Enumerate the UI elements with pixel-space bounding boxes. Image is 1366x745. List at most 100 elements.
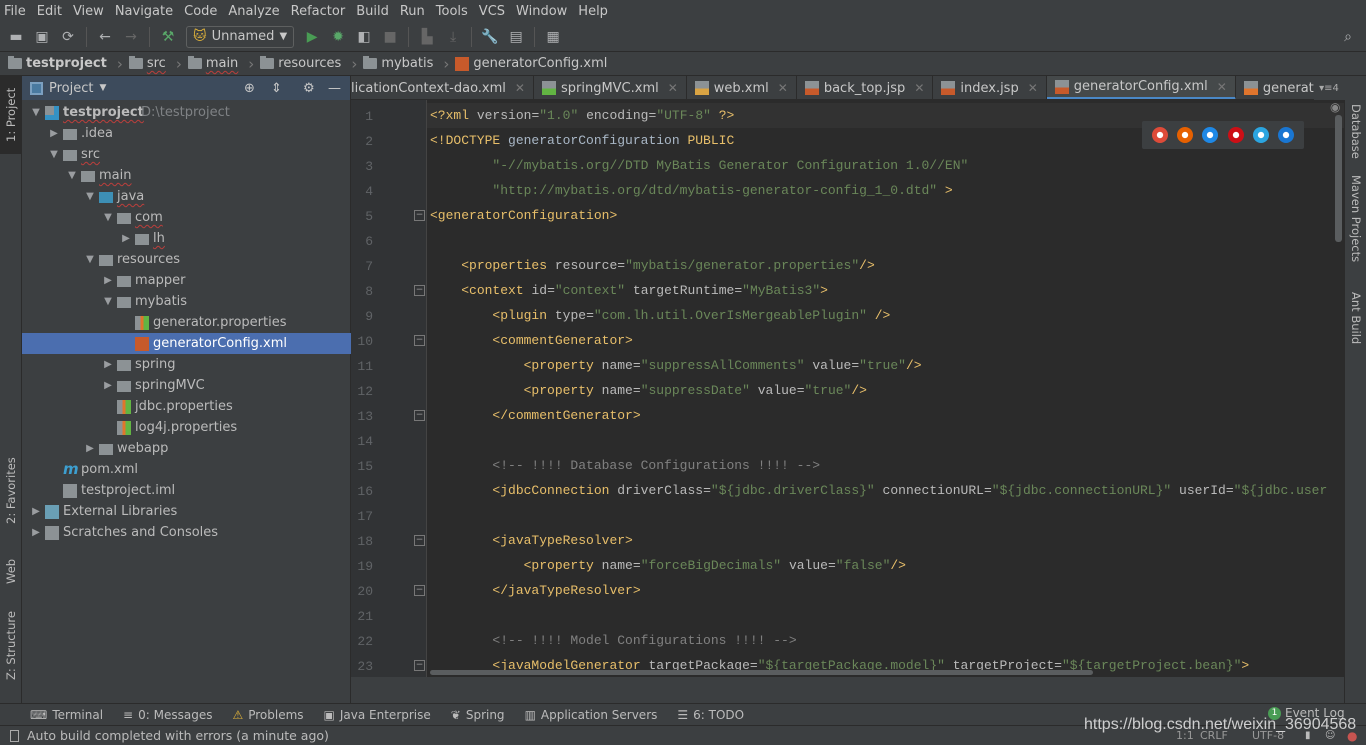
expand-arrow-icon[interactable]: ▼ [84, 191, 96, 202]
tab-web-xml[interactable]: web.xml ✕ [687, 76, 797, 99]
fold-marker-icon[interactable]: − [414, 335, 425, 346]
fold-marker-icon[interactable]: − [414, 410, 425, 421]
download-icon[interactable]: ⤓ [445, 29, 461, 45]
collapse-arrow-icon[interactable]: ▶ [48, 128, 60, 139]
tree-item[interactable]: ▼ java [22, 186, 351, 207]
close-icon[interactable]: ✕ [515, 81, 525, 95]
tree-item[interactable]: ▼ mybatis [22, 291, 351, 312]
breadcrumb-item[interactable]: generatorConfig.xml [455, 56, 617, 71]
close-icon[interactable]: ✕ [914, 81, 924, 95]
ie-icon[interactable] [1252, 127, 1269, 143]
search-icon[interactable]: ⌕ [1340, 29, 1356, 45]
firefox-icon[interactable] [1176, 127, 1193, 143]
sdk-icon[interactable]: ▦ [545, 29, 561, 45]
tree-item[interactable]: generator.properties [22, 312, 351, 333]
menu-build[interactable]: Build [356, 4, 389, 19]
status-toggle-icon[interactable] [10, 729, 19, 742]
hide-icon[interactable]: — [328, 81, 341, 96]
tab-licationcontext-dao-xml[interactable]: licationContext-dao.xml ✕ [351, 76, 534, 99]
gear-icon[interactable]: ⚙ [303, 81, 315, 96]
tree-item[interactable]: testproject.iml [22, 480, 351, 501]
tab-database[interactable]: Database [1345, 104, 1366, 164]
menu-help[interactable]: Help [578, 4, 608, 19]
expand-arrow-icon[interactable]: ▼ [102, 296, 114, 307]
project-structure-icon[interactable]: ▤ [508, 29, 524, 45]
edge-icon[interactable] [1278, 127, 1295, 143]
tree-item[interactable]: m pom.xml [22, 459, 351, 480]
expand-arrow-icon[interactable]: ▼ [102, 212, 114, 223]
tree-item[interactable]: ▼ main [22, 165, 351, 186]
tab-index-jsp[interactable]: index.jsp ✕ [933, 76, 1047, 99]
tab-springmvc-xml[interactable]: springMVC.xml ✕ [534, 76, 687, 99]
expand-arrow-icon[interactable]: ▼ [30, 107, 42, 118]
back-icon[interactable]: ← [97, 29, 113, 45]
collapse-all-icon[interactable]: ⇕ [271, 81, 282, 96]
opera-icon[interactable] [1227, 127, 1244, 143]
collapse-arrow-icon[interactable]: ▶ [102, 359, 114, 370]
preview-eye-icon[interactable]: ◉ [1330, 100, 1340, 114]
tree-item[interactable]: ▶ springMVC [22, 375, 351, 396]
tree-item[interactable]: ▼ testproject D:\testproject [22, 102, 351, 123]
fold-marker-icon[interactable]: − [414, 285, 425, 296]
collapse-arrow-icon[interactable]: ▶ [30, 506, 42, 517]
tab-generatorconfig-xml[interactable]: generatorConfig.xml ✕ [1046, 76, 1236, 99]
tree-item[interactable]: ▶ .idea [22, 123, 351, 144]
breadcrumb-item[interactable]: mybatis [363, 55, 449, 73]
tool-window-application-servers[interactable]: ▥ Application Servers [525, 708, 658, 722]
menu-file[interactable]: File [4, 4, 26, 19]
deploy-icon[interactable]: ▙ [419, 29, 435, 45]
tree-item[interactable]: ▶ spring [22, 354, 351, 375]
fold-marker-icon[interactable]: − [414, 535, 425, 546]
close-icon[interactable]: ✕ [778, 81, 788, 95]
menu-refactor[interactable]: Refactor [291, 4, 346, 19]
menu-view[interactable]: View [73, 4, 104, 19]
breadcrumb-item[interactable]: testproject [8, 55, 123, 73]
locate-icon[interactable]: ⊕ [244, 81, 255, 96]
tab-maven-projects[interactable]: Maven Projects [1345, 175, 1366, 275]
fold-marker-icon[interactable]: − [414, 210, 425, 221]
expand-arrow-icon[interactable]: ▼ [66, 170, 78, 181]
collapse-arrow-icon[interactable]: ▶ [102, 380, 114, 391]
menu-window[interactable]: Window [516, 4, 567, 19]
collapse-arrow-icon[interactable]: ▶ [84, 443, 96, 454]
menu-edit[interactable]: Edit [37, 4, 62, 19]
stop-icon[interactable]: ■ [382, 29, 398, 45]
forward-icon[interactable]: → [123, 29, 139, 45]
tab-project[interactable]: 1: Project [0, 76, 22, 154]
tab-web[interactable]: Web [0, 546, 22, 596]
code-editor[interactable]: 1 2 3 4 5−6 7 8−9 10−11 12 13−14 15 16 17 18−19 20−21 2… [351, 100, 1344, 677]
tool-window-6-todo[interactable]: ☰ 6: TODO [677, 708, 744, 722]
tool-window-java-enterprise[interactable]: ▣ Java Enterprise [324, 708, 431, 722]
project-view-select[interactable]: Project [49, 81, 93, 96]
tree-item[interactable]: ▶ External Libraries [22, 501, 351, 522]
tool-window-spring[interactable]: ❦ Spring [451, 708, 505, 722]
chrome-icon[interactable] [1151, 127, 1168, 143]
tree-item[interactable]: ▶ webapp [22, 438, 351, 459]
tool-window-terminal[interactable]: ⌨ Terminal [30, 708, 103, 722]
save-icon[interactable]: ▣ [34, 29, 50, 45]
debug-icon[interactable]: ✹ [330, 29, 346, 45]
collapse-arrow-icon[interactable]: ▶ [30, 527, 42, 538]
settings-wrench-icon[interactable]: 🔧 [481, 29, 498, 45]
tree-item[interactable]: ▼ com [22, 207, 351, 228]
menu-vcs[interactable]: VCS [479, 4, 505, 19]
tree-item[interactable]: generatorConfig.xml [22, 333, 351, 354]
tree-item[interactable]: jdbc.properties [22, 396, 351, 417]
breadcrumb-item[interactable]: main [187, 55, 254, 73]
fold-marker-icon[interactable]: − [414, 660, 425, 671]
expand-arrow-icon[interactable]: ▼ [48, 149, 60, 160]
tree-item[interactable]: log4j.properties [22, 417, 351, 438]
menu-analyze[interactable]: Analyze [228, 4, 279, 19]
close-icon[interactable]: ✕ [1217, 80, 1227, 94]
breadcrumb-item[interactable]: resources [260, 55, 357, 73]
menu-code[interactable]: Code [184, 4, 217, 19]
vertical-scrollbar[interactable] [1335, 115, 1342, 242]
fold-marker-icon[interactable]: − [414, 585, 425, 596]
collapse-arrow-icon[interactable]: ▶ [120, 233, 132, 244]
tree-item[interactable]: ▶ mapper [22, 270, 351, 291]
run-icon[interactable]: ▶ [304, 29, 320, 45]
safari-icon[interactable] [1202, 127, 1219, 143]
breadcrumb-item[interactable]: src [128, 55, 182, 73]
menu-tools[interactable]: Tools [436, 4, 468, 19]
run-configuration-select[interactable]: 🐱 Unnamed ▼ [186, 25, 295, 48]
